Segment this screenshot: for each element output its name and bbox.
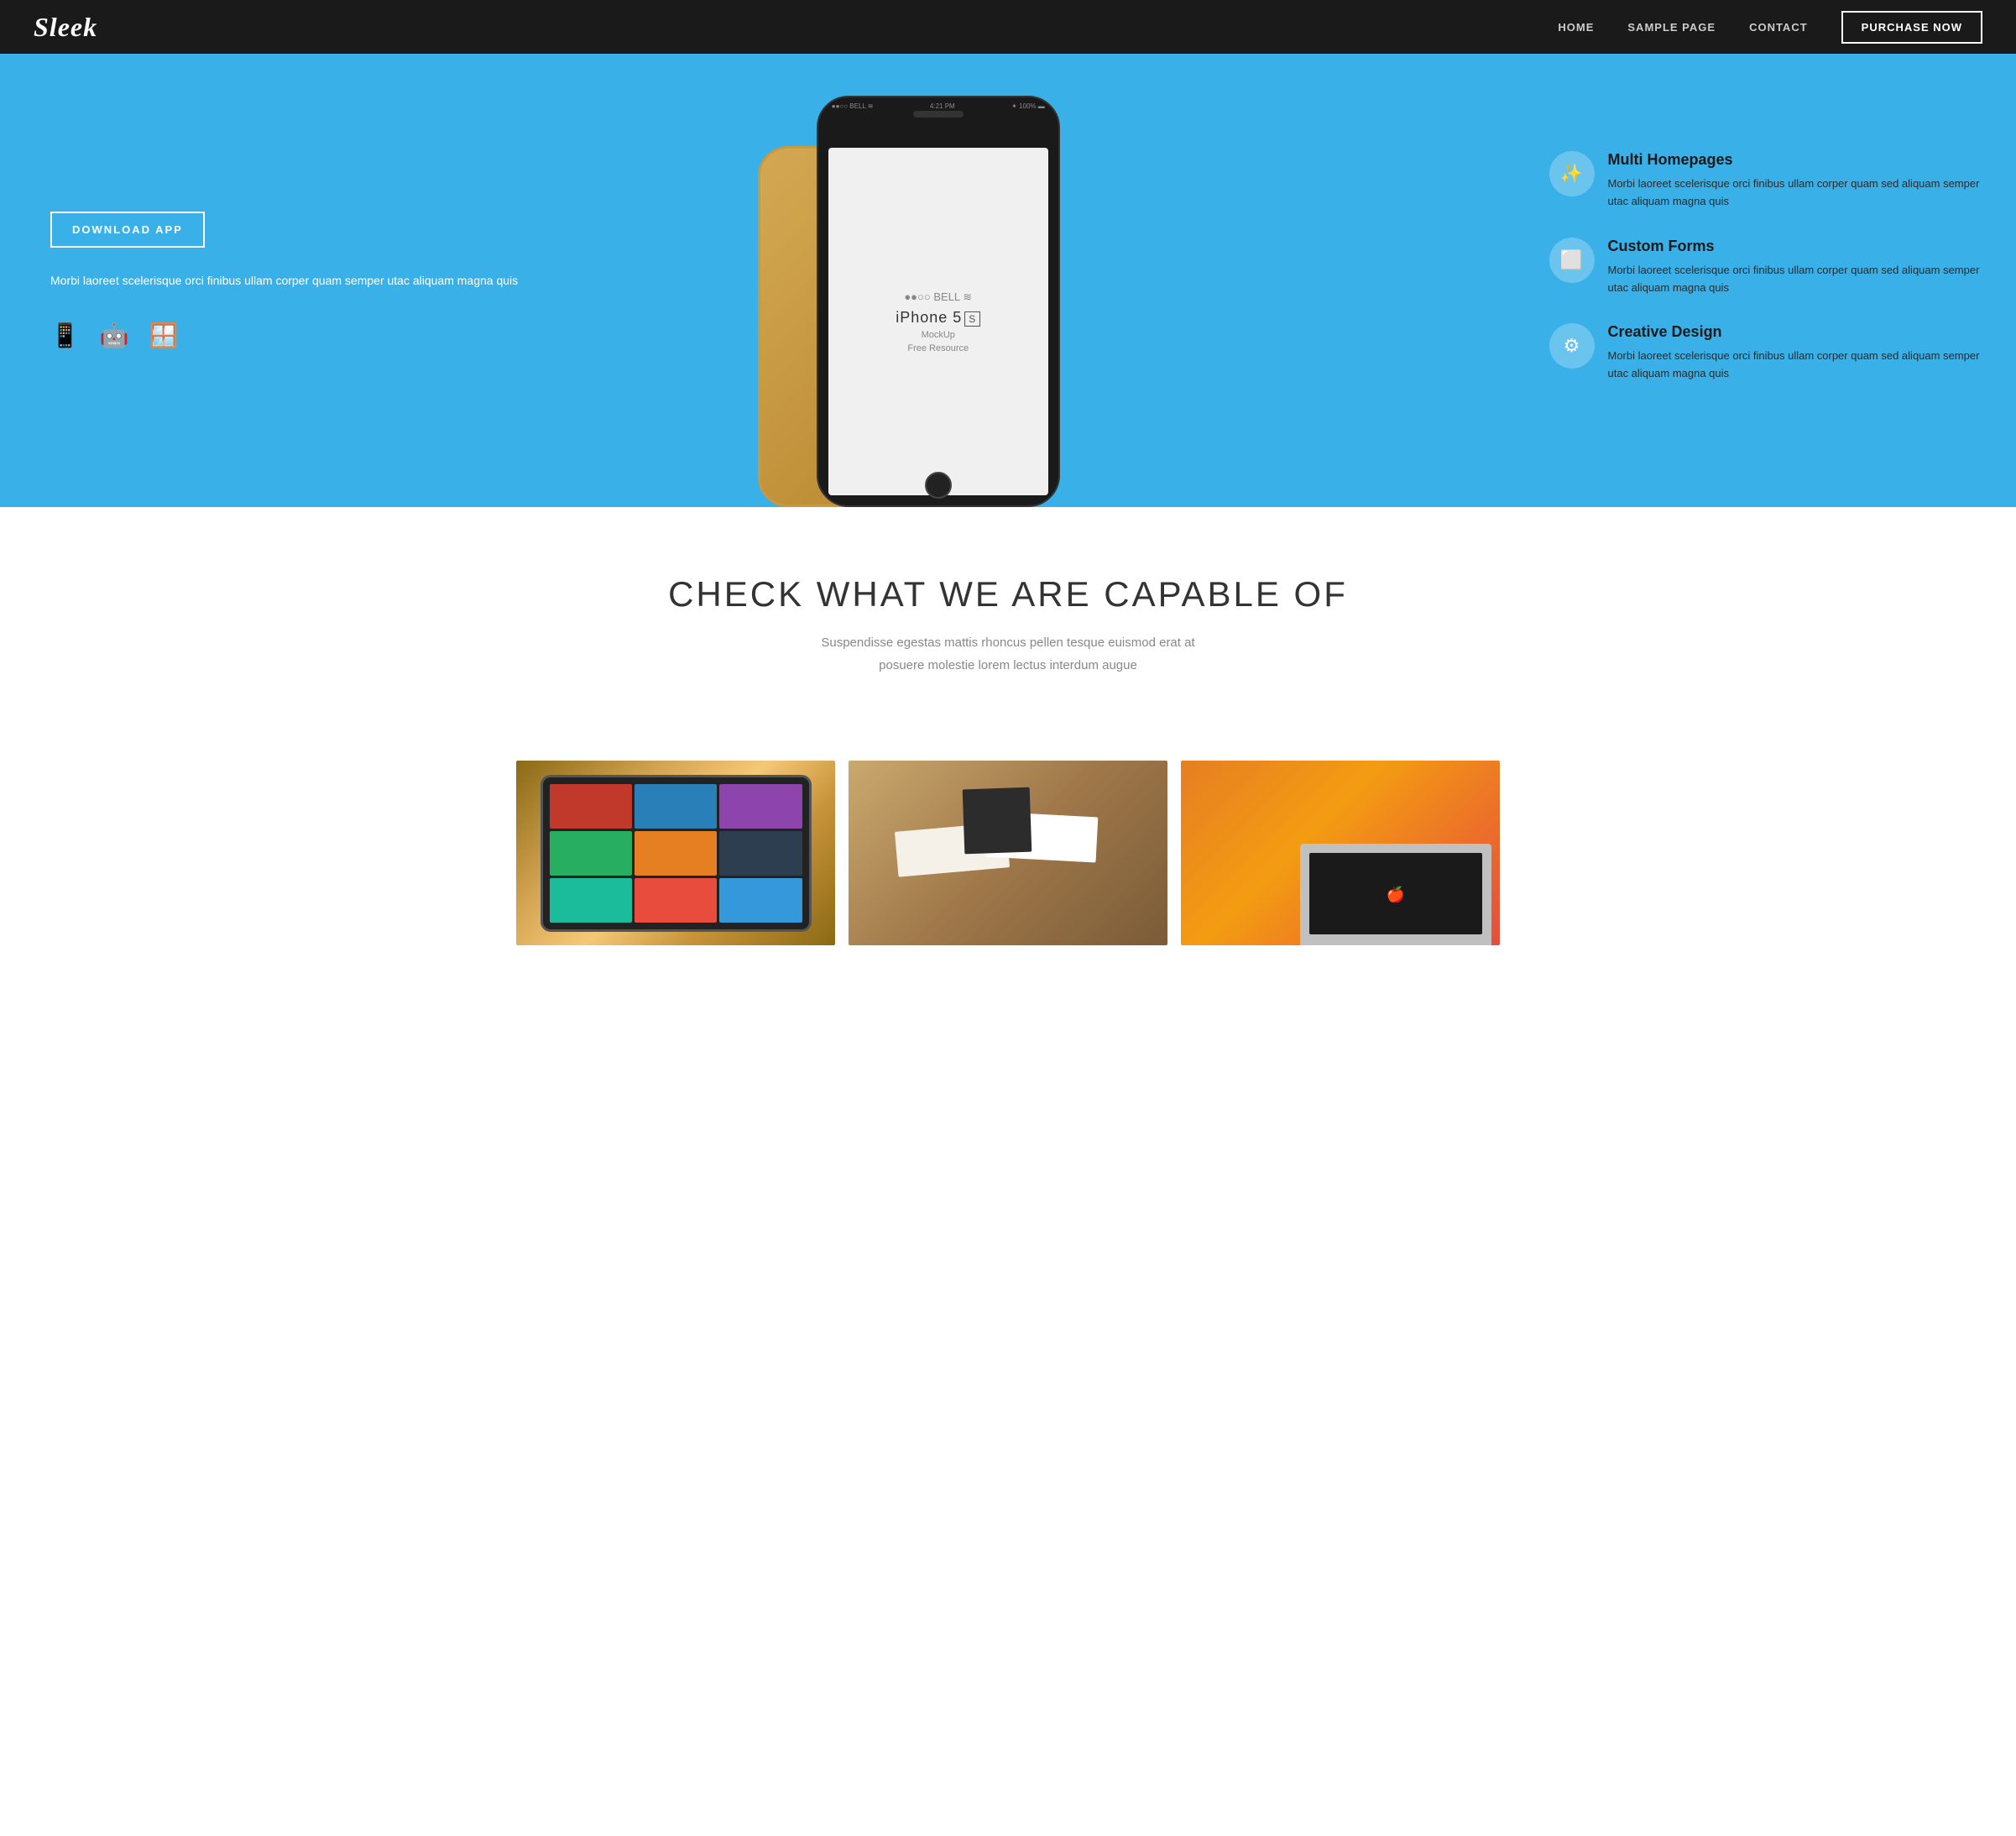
- tablet-cell-1: [550, 784, 632, 829]
- logo[interactable]: Sleek: [34, 12, 97, 43]
- hero-section: DOWNLOAD APP Morbi laoreet scelerisque o…: [0, 54, 2016, 507]
- time-label: 4:21 PM: [930, 102, 955, 110]
- nav-link-contact[interactable]: CONTACT: [1749, 21, 1808, 34]
- creative-design-desc: Morbi laoreet scelerisque orci finibus u…: [1608, 348, 1991, 383]
- hero-right: ✨ Multi Homepages Morbi laoreet sceleris…: [1533, 54, 2016, 507]
- multi-homepages-title: Multi Homepages: [1608, 151, 1991, 169]
- tablet-cell-7: [550, 878, 632, 923]
- purchase-button[interactable]: PURCHASE NOW: [1841, 11, 1982, 44]
- tablet-shape: [541, 775, 812, 932]
- custom-forms-icon: ⬜: [1549, 238, 1595, 283]
- phone-status-bar: ●●○○ BELL ≋ 4:21 PM ✦ 100% ▬: [832, 102, 1045, 110]
- gallery-item-person: 🍎: [1181, 761, 1500, 945]
- tablet-cell-9: [719, 878, 802, 923]
- creative-design-icon: ⚙: [1549, 323, 1595, 369]
- tablet-image: [516, 761, 835, 945]
- tablet-cell-8: [635, 878, 717, 923]
- ios-icon: 📱: [50, 322, 80, 349]
- tablet-cell-2: [635, 784, 717, 829]
- phone-model-text: iPhone 5S: [896, 309, 980, 327]
- platform-icons: 📱 🤖 🪟: [50, 322, 724, 349]
- phone-screen: ●●○○ BELL ≋ iPhone 5S MockUp Free Resour…: [828, 148, 1048, 495]
- creative-design-title: Creative Design: [1608, 323, 1991, 341]
- stationery-image: [849, 761, 1167, 945]
- feature-multi-homepages: ✨ Multi Homepages Morbi laoreet sceleris…: [1549, 151, 1991, 211]
- nav-link-sample[interactable]: SAMPLE PAGE: [1627, 21, 1716, 34]
- multi-homepages-desc: Morbi laoreet scelerisque orci finibus u…: [1608, 175, 1991, 211]
- phone-home-button: [925, 472, 952, 499]
- nav-link-home[interactable]: HOME: [1558, 21, 1594, 34]
- stationery-items: [896, 788, 1120, 918]
- custom-forms-title: Custom Forms: [1608, 238, 1991, 255]
- apple-logo-icon: 🍎: [1387, 886, 1405, 903]
- gallery-item-stationery: [849, 761, 1167, 945]
- phone-front: ●●○○ BELL ≋ 4:21 PM ✦ 100% ▬ ●●○○ BELL ≋…: [817, 96, 1060, 507]
- navbar: Sleek HOME SAMPLE PAGE CONTACT PURCHASE …: [0, 0, 2016, 54]
- feature-creative-design: ⚙ Creative Design Morbi laoreet sceleris…: [1549, 323, 1991, 383]
- laptop-screen: 🍎: [1309, 853, 1481, 934]
- tablet-cell-5: [635, 831, 717, 876]
- windows-icon: 🪟: [149, 322, 179, 349]
- capabilities-subtext: Suspendisse egestas mattis rhoncus pelle…: [34, 631, 1982, 677]
- custom-forms-desc: Morbi laoreet scelerisque orci finibus u…: [1608, 262, 1991, 297]
- tablet-cell-3: [719, 784, 802, 829]
- capabilities-section: CHECK WHAT WE ARE CAPABLE OF Suspendisse…: [0, 507, 2016, 727]
- phone-mockup-label: MockUp: [922, 330, 955, 340]
- nav-links: HOME SAMPLE PAGE CONTACT PURCHASE NOW: [1558, 11, 1982, 44]
- battery-label: ✦ 100% ▬: [1011, 102, 1045, 110]
- phone-notch: [913, 111, 964, 118]
- laptop-shape: 🍎: [1300, 844, 1491, 945]
- tablet-cell-6: [719, 831, 802, 876]
- tablet-cell-4: [550, 831, 632, 876]
- hero-phone-mockup: ●●○○ BELL ≋ 4:21 PM ✦ 100% ▬ ●●○○ BELL ≋…: [766, 54, 1533, 507]
- android-icon: 🤖: [100, 322, 129, 349]
- stat-card-3: [962, 787, 1031, 855]
- multi-homepages-icon: ✨: [1549, 151, 1595, 196]
- hero-description: Morbi laoreet scelerisque orci finibus u…: [50, 271, 724, 291]
- feature-custom-forms: ⬜ Custom Forms Morbi laoreet scelerisque…: [1549, 238, 1991, 297]
- download-app-button[interactable]: DOWNLOAD APP: [50, 212, 205, 248]
- carrier-label: ●●○○ BELL ≋: [832, 102, 874, 110]
- person-image: 🍎: [1181, 761, 1500, 945]
- hero-left: DOWNLOAD APP Morbi laoreet scelerisque o…: [0, 54, 766, 507]
- phone-resource-label: Free Resource: [907, 343, 969, 353]
- gallery-item-tablet: [516, 761, 835, 945]
- capabilities-heading: CHECK WHAT WE ARE CAPABLE OF: [34, 574, 1982, 615]
- gallery-section: 🍎: [0, 727, 2016, 945]
